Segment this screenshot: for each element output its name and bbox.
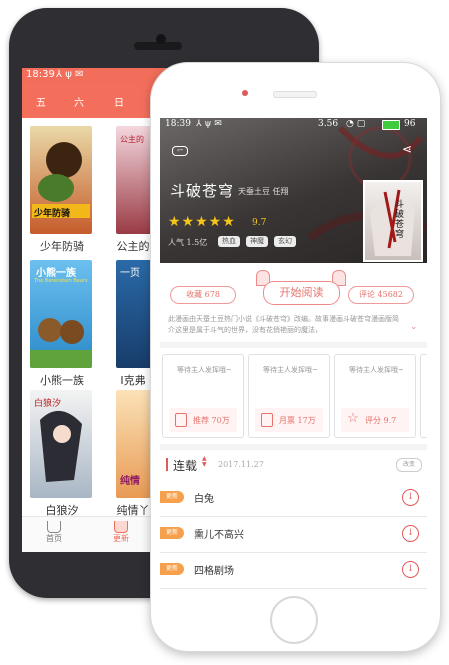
- card-placeholder: 等待主人发挥哦~: [177, 366, 232, 374]
- chapter-name: 四格剧场: [194, 566, 234, 577]
- expand-icon[interactable]: ⌄: [410, 322, 418, 332]
- rating-score: 9.7: [252, 218, 267, 228]
- update-badge: 更新: [160, 527, 184, 539]
- calendar-icon: [175, 413, 187, 427]
- popularity: 人气 1.5亿: [168, 238, 208, 247]
- cover-title-text: 公主的: [120, 135, 144, 144]
- sort-icon[interactable]: ▲ ▼: [202, 456, 207, 468]
- cover-title-text: 少年防骑: [34, 209, 71, 219]
- section-marker: [166, 458, 168, 471]
- comic-cover[interactable]: 小熊一族 The Berenstain Bears: [30, 260, 92, 368]
- card-placeholder: 等待主人发挥哦~: [263, 366, 318, 374]
- front-camera: [156, 34, 166, 44]
- stat-card[interactable]: 等待主人发挥哦~ 月票 17万: [248, 354, 330, 438]
- sort-button[interactable]: 改变: [396, 458, 422, 472]
- card-stat: 推荐 70万: [193, 416, 230, 425]
- card-footer: 推荐 70万: [169, 408, 237, 432]
- chapter-row[interactable]: 更新 四格剧场 ↓: [160, 552, 427, 589]
- genre-tag[interactable]: 热血: [218, 236, 240, 247]
- divider: [160, 342, 427, 348]
- ticket-icon: [261, 413, 273, 427]
- star-icon: ☆: [347, 411, 359, 426]
- download-icon[interactable]: ↓: [402, 561, 419, 578]
- genre-tag[interactable]: 神魔: [246, 236, 268, 247]
- chapter-name: 白兔: [194, 494, 214, 505]
- status-bar: 18:39 ⅄ ψ ✉ 3.56 ◔ ▢ 96: [160, 118, 427, 132]
- chapter-row[interactable]: 更新 白兔 ↓: [160, 480, 427, 517]
- comic-header: 18:39 ⅄ ψ ✉ 3.56 ◔ ▢ 96 ‹─ ⋖ 斗破苍穹 天蚕土豆 任…: [160, 118, 427, 263]
- network-speed: 3.56: [318, 119, 339, 129]
- status-time: 18:39: [165, 119, 191, 129]
- wifi-icon: ◔ ▢: [346, 119, 366, 129]
- genre-tag[interactable]: 玄幻: [274, 236, 296, 247]
- cover-art: [30, 318, 92, 368]
- notification-icon: ⅄ ψ ✉: [56, 69, 84, 80]
- stat-card[interactable]: [420, 354, 427, 438]
- share-icon[interactable]: ⋖: [402, 142, 412, 156]
- cover-title-text: 白狼汐: [34, 399, 62, 409]
- rating-stars: ★★★★★: [168, 214, 236, 230]
- card-footer: 月票 17万: [255, 408, 323, 432]
- status-time: 18:39: [26, 69, 55, 80]
- section-title: 连载: [173, 459, 198, 473]
- battery-icon: [382, 120, 400, 130]
- cover-title-text: 斗破苍穹: [395, 200, 405, 240]
- comic-authors: 天蚕土豆 任翔: [238, 187, 289, 196]
- tab-weekday[interactable]: 六: [74, 94, 84, 109]
- update-badge: 更新: [160, 563, 184, 575]
- cover-title-text: 一页: [120, 268, 140, 279]
- chapter-row[interactable]: 更新 熏儿不高兴 ↓: [160, 516, 427, 553]
- card-placeholder: 等待主人发挥哦~: [349, 366, 404, 374]
- card-stat: 评分 9.7: [365, 416, 397, 425]
- tab-weekday[interactable]: 五: [36, 94, 46, 109]
- divider: [160, 444, 427, 450]
- download-icon[interactable]: ↓: [402, 525, 419, 542]
- card-stat: 月票 17万: [279, 416, 316, 425]
- comic-cover[interactable]: 斗破苍穹: [363, 180, 423, 262]
- section-date: 2017.11.27: [218, 460, 264, 469]
- front-camera: [242, 90, 248, 96]
- comic-title[interactable]: 小熊一族: [22, 372, 102, 388]
- favorite-button[interactable]: 收藏 678: [170, 286, 236, 304]
- card-footer: ☆ 评分 9.7: [341, 408, 409, 432]
- cup-icon: [114, 521, 128, 533]
- stat-card[interactable]: 等待主人发挥哦~ ☆ 评分 9.7: [334, 354, 416, 438]
- cup-icon: [47, 521, 61, 533]
- comic-cover[interactable]: 少年防骑: [30, 126, 92, 234]
- battery-level: 96: [404, 119, 416, 129]
- home-button[interactable]: [270, 596, 318, 644]
- comments-button[interactable]: 评论 45682: [348, 286, 414, 304]
- chapter-name: 熏儿不高兴: [194, 530, 244, 541]
- comic-title[interactable]: 少年防骑: [22, 238, 102, 254]
- nav-home[interactable]: 首页: [39, 521, 69, 544]
- download-icon[interactable]: ↓: [402, 489, 419, 506]
- comic-description: 此漫画由天蚕土豆热门小说《斗破苍穹》改编。故事漫画斗破苍穹漫画版简介这里是属于斗…: [168, 315, 399, 334]
- comic-cover[interactable]: 白狼汐: [30, 390, 92, 498]
- comic-detail-screen: 18:39 ⅄ ψ ✉ 3.56 ◔ ▢ 96 ‹─ ⋖ 斗破苍穹 天蚕土豆 任…: [160, 118, 427, 590]
- cover-title-text: 纯情: [120, 476, 140, 487]
- stat-card[interactable]: 等待主人发挥哦~ 推荐 70万: [162, 354, 244, 438]
- start-reading-button[interactable]: 开始阅读: [263, 281, 340, 305]
- cover-art: [370, 189, 415, 256]
- tab-weekday[interactable]: 日: [114, 94, 124, 109]
- notification-icon: ⅄ ψ ✉: [196, 119, 222, 129]
- update-badge: 更新: [160, 491, 184, 503]
- nav-label: 更新: [113, 534, 129, 543]
- nav-update[interactable]: 更新: [106, 521, 136, 544]
- back-icon[interactable]: ‹─: [172, 146, 188, 156]
- speaker: [273, 91, 317, 98]
- nav-label: 首页: [46, 534, 62, 543]
- comic-title: 斗破苍穹: [170, 182, 235, 200]
